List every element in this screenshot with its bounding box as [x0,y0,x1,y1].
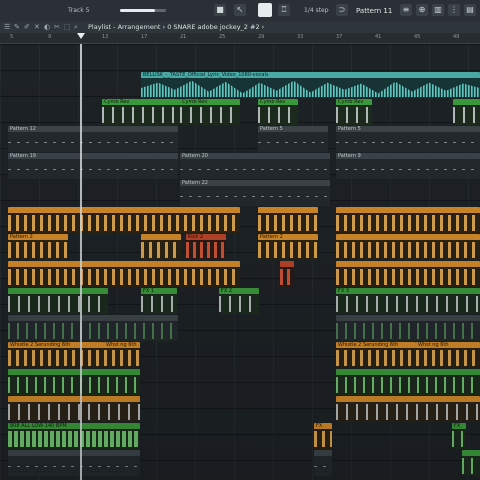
pattern-clip[interactable]: Pattern 19 [8,153,178,179]
ruler-tick: 9 [48,34,52,40]
select-icon[interactable]: ⬚ [64,23,71,31]
pattern-clip[interactable]: Cymb Rev [102,99,180,125]
ruler-tick: 41 [375,34,382,40]
ruler-tick: 25 [219,34,226,40]
pattern-clip[interactable] [314,450,332,476]
ruler-tick: 49 [453,34,460,40]
pattern-clip[interactable] [258,207,318,233]
audio-clip-808[interactable]: 808 ALL LOW 140 BPM [8,423,140,449]
delete-icon[interactable]: ✕ [34,23,40,31]
pattern-clip[interactable]: FX 3 [336,288,480,314]
pattern-clip[interactable]: Whistle 2 Serunding 6th [336,342,416,368]
pattern-clip[interactable] [8,450,140,476]
pattern-clip[interactable] [336,315,480,341]
pattern-clip[interactable]: FX [314,423,332,449]
playhead-line[interactable] [80,44,82,480]
pattern-clip[interactable] [280,261,294,287]
pattern-clip[interactable]: Kick 2 [186,234,226,260]
draw-icon[interactable]: ✎ [14,23,20,31]
toolbar: Track 5 ■ ↖ ♖ 1/4 step ⊃ Pattern 11 ≡ ⊕ … [0,0,480,23]
pattern-clip[interactable] [141,234,181,260]
pattern-clip[interactable] [8,369,140,395]
mixer-icon[interactable]: ⋮ [448,4,460,16]
track-label[interactable]: Track 5 [68,6,89,16]
pattern-clip[interactable]: Cymb Rev [258,99,298,125]
pattern-clip[interactable] [8,261,240,287]
playhead-marker[interactable] [77,33,85,39]
pattern-selector[interactable]: Pattern 11 [356,6,396,16]
record-icon[interactable] [258,3,272,17]
pattern-clip[interactable]: Whst ng 6th [104,342,140,368]
pattern-clip[interactable]: Whistle 2 Serunding 6th [8,342,104,368]
pattern-clip[interactable] [336,396,480,422]
pattern-clip[interactable]: Whst ng 6th [416,342,480,368]
pattern-clip[interactable] [336,369,480,395]
slice-icon[interactable]: ✂ [54,23,60,31]
pattern-clip[interactable] [8,207,240,233]
master-volume-slider[interactable] [120,9,166,12]
pattern-clip[interactable] [462,450,480,476]
pattern-clip[interactable] [8,288,108,314]
pattern-clip[interactable]: Pattern 12 [8,126,178,152]
pattern-clip[interactable]: Pattern 5 [336,126,480,152]
pattern-clip[interactable]: Pattern 2 [8,234,68,260]
pattern-clip[interactable]: Cymb Rev [180,99,240,125]
ruler-tick: 29 [258,34,265,40]
pattern-clip[interactable] [336,234,480,260]
timeline-ruler[interactable]: 5 9 13 17 21 25 29 33 37 41 45 49 [0,33,480,44]
ruler-tick: 37 [336,34,343,40]
menu-icon[interactable]: ☰ [4,23,10,31]
ruler-tick: 17 [141,34,148,40]
zoom-icon[interactable]: ⌕ [74,23,78,32]
stop-icon[interactable]: ■ [214,4,226,16]
metronome-icon[interactable]: ♖ [278,4,290,16]
snap-selector[interactable]: 1/4 step [304,6,329,16]
magnet-icon[interactable]: ⊃ [336,4,348,16]
pattern-clip[interactable]: Pattern 20 [180,153,330,179]
playlist-title: Playlist - Arrangement › 0 SNARE adobe j… [88,23,265,31]
pattern-clip[interactable] [453,99,480,125]
pattern-clip[interactable] [336,261,480,287]
pattern-clip[interactable]: Pattern 2 [258,234,318,260]
piano-icon[interactable]: ▥ [432,4,444,16]
browser-icon[interactable]: ▤ [464,4,476,16]
mute-icon[interactable]: ◐ [44,23,50,31]
pattern-clip[interactable] [336,207,480,233]
sliders-icon[interactable]: ≡ [400,4,412,16]
pattern-clip[interactable]: Pattern 9 [336,153,480,179]
pattern-clip[interactable]: FX 1 [141,288,177,314]
paint-icon[interactable]: ✐ [24,23,30,31]
pattern-clip[interactable]: FX 2 [219,288,259,314]
pattern-clip[interactable]: Cymb Rev [336,99,372,125]
pattern-clip[interactable]: FX [452,423,466,449]
ruler-tick: 5 [10,34,14,40]
pattern-clip[interactable]: Pattern 22 [180,180,330,206]
pattern-clip[interactable]: Pattern 5 [258,126,328,152]
ruler-tick: 13 [102,34,109,40]
audio-clip-vocals[interactable]: BELLISK_-_TASTE_Official_Lyric_Video_108… [141,72,480,98]
plug-icon[interactable]: ⊕ [416,4,428,16]
pattern-clip[interactable] [8,396,140,422]
ruler-tick: 33 [297,34,304,40]
ruler-tick: 45 [414,34,421,40]
pattern-clip[interactable] [8,315,178,341]
ruler-tick: 21 [180,34,187,40]
arrow-icon[interactable]: ↖ [234,4,246,16]
